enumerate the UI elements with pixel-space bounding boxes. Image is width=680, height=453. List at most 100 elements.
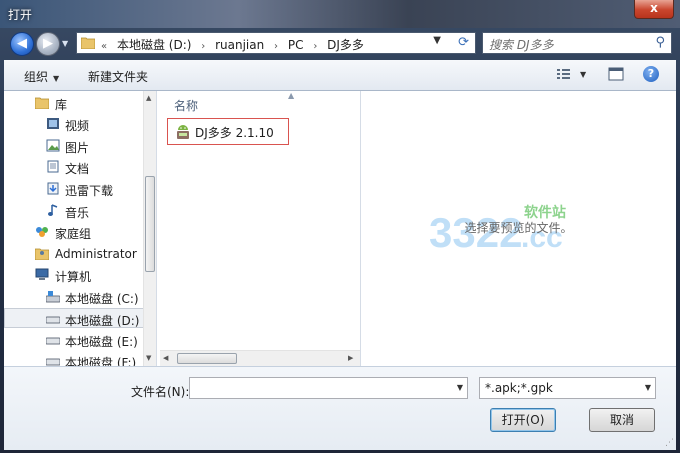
cancel-button[interactable]: 取消 [589,408,655,432]
open-file-dialog: 打开 x ◀ ▶ ▼ « 本地磁盘 (D:) › ruanjian › PC ›… [0,0,680,453]
drive-icon [46,337,60,345]
sidebar-item-label: 库 [55,98,68,112]
address-bar[interactable]: « 本地磁盘 (D:) › ruanjian › PC › DJ多多 ▼ ⟳ [76,32,476,54]
scroll-right-icon[interactable]: ▶ [348,354,353,362]
document-icon [47,160,59,173]
sidebar-item-videos[interactable]: 视频 [4,114,149,134]
folder-icon [81,37,95,49]
dialog-footer: 文件名(N): ▼ *.apk;*.gpk ▼ 打开(O) 取消 ⋰ [4,366,676,450]
system-drive-icon [46,291,60,303]
breadcrumb-separator[interactable]: › [274,41,278,52]
navigation-bar: ◀ ▶ ▼ « 本地磁盘 (D:) › ruanjian › PC › DJ多多… [0,28,680,58]
sidebar-item-label: 文档 [65,162,90,176]
window-title: 打开 [8,8,33,22]
forward-button[interactable]: ▶ [36,32,60,56]
sidebar-item-label: 家庭组 [55,227,92,241]
download-icon [47,182,59,195]
view-dropdown-icon[interactable]: ▼ [580,70,586,79]
file-type-value: *.apk;*.gpk [485,381,553,395]
command-toolbar: 组织 ▼ 新建文件夹 ▼ ? [4,60,676,91]
close-button[interactable]: x [634,0,674,19]
drive-icon [46,316,60,324]
organize-button[interactable]: 组织 ▼ [24,68,59,85]
navigation-scrollbar[interactable]: ▲ ▼ [143,91,156,366]
resize-grip-icon[interactable]: ⋰ [665,438,674,448]
sidebar-item-label: 本地磁盘 (E:) [65,335,138,349]
scroll-up-icon[interactable]: ▲ [146,94,151,102]
filename-input[interactable]: ▼ [189,377,468,399]
title-bar[interactable]: 打开 x [0,0,680,28]
breadcrumb: « 本地磁盘 (D:) › ruanjian › PC › DJ多多 [101,36,370,53]
sidebar-item-label: 计算机 [55,270,92,284]
search-input[interactable]: 搜索 DJ多多 ⚲ [482,32,672,54]
sidebar-item-xunlei-download[interactable]: 迅雷下载 [4,179,149,199]
user-folder-icon [35,248,49,260]
file-name: DJ多多 2.1.10 [195,126,274,140]
sidebar-item-computer[interactable]: 计算机 [4,265,149,285]
scrollbar-thumb[interactable] [177,353,237,364]
music-icon [48,204,58,216]
sidebar-item-label: 图片 [65,141,90,155]
file-type-select[interactable]: *.apk;*.gpk ▼ [479,377,656,399]
search-placeholder: 搜索 DJ多多 [489,38,554,52]
breadcrumb-item[interactable]: PC [288,38,304,52]
scroll-left-icon[interactable]: ◀ [163,354,168,362]
chevron-down-icon[interactable]: ▼ [457,383,463,392]
scrollbar-thumb[interactable] [145,176,155,272]
drive-icon [46,358,60,366]
sidebar-item-drive-e[interactable]: 本地磁盘 (E:) [4,330,149,350]
sidebar-item-label: 本地磁盘 (C:) [65,292,139,306]
sidebar-item-drive-d[interactable]: 本地磁盘 (D:) [4,308,149,328]
browser-area: 库 视频 图片 文档 迅雷下载 音乐 家庭组 Administrator 计算机… [4,91,676,366]
new-folder-button[interactable]: 新建文件夹 [88,68,148,85]
library-icon [35,97,49,109]
view-options-icon[interactable] [556,67,572,81]
no-preview-message: 选择要预览的文件。 [464,221,573,235]
picture-icon [46,139,60,152]
apk-file-icon [177,125,189,139]
computer-icon [35,268,49,280]
close-icon: x [650,1,658,15]
breadcrumb-item[interactable]: ruanjian [215,38,264,52]
sidebar-item-pictures[interactable]: 图片 [4,136,149,156]
open-button[interactable]: 打开(O) [490,408,556,432]
breadcrumb-item[interactable]: DJ多多 [327,38,364,52]
search-icon[interactable]: ⚲ [655,35,665,50]
breadcrumb-root-chevron[interactable]: « [101,41,107,52]
name-column-header[interactable]: 名称 [174,97,198,114]
file-list-horizontal-scrollbar[interactable]: ◀ ▶ [160,350,360,366]
organize-label: 组织 [24,70,49,84]
filename-label: 文件名(N): [131,385,190,399]
sidebar-item-homegroup[interactable]: 家庭组 [4,222,149,242]
breadcrumb-separator[interactable]: › [201,41,205,52]
sidebar-item-documents[interactable]: 文档 [4,157,149,177]
homegroup-icon [36,227,48,237]
scroll-down-icon[interactable]: ▼ [146,354,151,362]
sidebar-item-music[interactable]: 音乐 [4,201,149,221]
preview-pane-icon[interactable] [608,67,624,81]
breadcrumb-separator[interactable]: › [313,41,317,52]
help-icon[interactable]: ? [643,66,659,82]
file-list: 名称 ▲ DJ多多 2.1.10 ◀ ▶ [160,91,361,366]
recent-pages-dropdown[interactable]: ▼ [62,39,68,48]
refresh-icon[interactable]: ⟳ [458,35,469,50]
navigation-pane: 库 视频 图片 文档 迅雷下载 音乐 家庭组 Administrator 计算机… [4,91,157,366]
video-icon [47,118,59,129]
preview-pane: 3322 .cc 软件站 选择要预览的文件。 [361,91,676,366]
sidebar-item-label: Administrator [55,247,137,261]
chevron-down-icon: ▼ [53,74,60,83]
sidebar-item-library[interactable]: 库 [4,93,149,113]
chevron-down-icon[interactable]: ▼ [645,383,651,392]
sidebar-item-label: 本地磁盘 (D:) [65,314,140,328]
file-item[interactable]: DJ多多 2.1.10 [167,118,289,145]
sidebar-item-administrator[interactable]: Administrator [4,244,149,264]
sidebar-item-label: 本地磁盘 (F:) [65,356,137,366]
back-arrow-icon: ◀ [17,36,27,51]
address-history-dropdown[interactable]: ▼ [433,35,441,46]
back-button[interactable]: ◀ [10,32,34,56]
sidebar-item-label: 音乐 [65,206,90,220]
sidebar-item-drive-c[interactable]: 本地磁盘 (C:) [4,287,149,307]
sidebar-item-drive-f[interactable]: 本地磁盘 (F:) [4,351,149,366]
sidebar-item-label: 视频 [65,119,90,133]
breadcrumb-item[interactable]: 本地磁盘 (D:) [117,38,191,52]
